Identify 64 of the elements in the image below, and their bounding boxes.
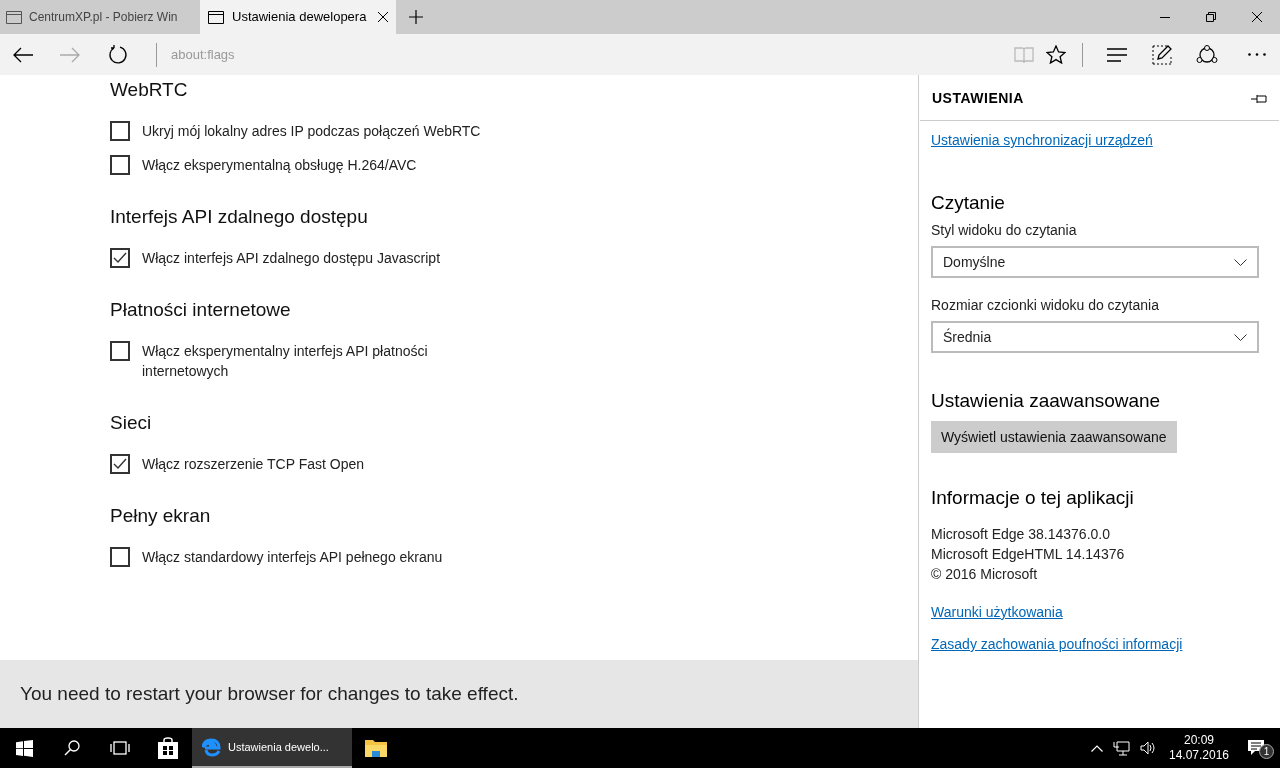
checkbox-label: Włącz interfejs API zdalnego dostępu Javascript: [142, 249, 441, 268]
dropdown[interactable]: Domyślne: [931, 246, 1259, 278]
checkbox[interactable]: [110, 155, 130, 175]
checkbox-label: Włącz standardowy interfejs API pełnego ekranu: [142, 548, 443, 567]
section-heading: Interfejs API zdalnego dostępu: [110, 205, 369, 229]
section-heading: WebRTC: [110, 78, 189, 102]
action-center-button[interactable]: 1: [1232, 728, 1280, 768]
folder-icon: [365, 739, 387, 757]
chevron-down-icon: [1234, 333, 1247, 341]
hub-lines-icon[interactable]: [1107, 47, 1128, 62]
task-view-icon: [110, 741, 130, 755]
section-heading: Płatności internetowe: [110, 298, 292, 322]
checkbox[interactable]: [110, 547, 130, 567]
checkbox-label: Włącz rozszerzenie TCP Fast Open: [142, 455, 364, 474]
speaker-icon[interactable]: [1140, 741, 1156, 755]
checkbox[interactable]: [110, 341, 130, 361]
browser-tab[interactable]: Ustawienia dewelopera: [200, 0, 396, 34]
chevron-down-icon: [1234, 258, 1247, 266]
checkbox[interactable]: [110, 121, 130, 141]
info-link[interactable]: Zasady zachowania poufności informacji: [931, 634, 1183, 654]
dropdown-label: Rozmiar czcionki widoku do czytania: [931, 296, 1159, 315]
clock[interactable]: 20:09 14.07.2016: [1166, 728, 1232, 768]
version-text: Microsoft Edge 38.14376.0.0: [931, 525, 1111, 544]
refresh-icon: [108, 44, 128, 65]
taskbar-app-button[interactable]: Ustawienia dewelo...: [192, 728, 352, 768]
minimize-icon: [1160, 16, 1170, 18]
close-icon: [1252, 12, 1262, 22]
sync-settings-link[interactable]: Ustawienia synchronizacji urządzeń: [931, 130, 1153, 151]
search-icon: [64, 740, 80, 756]
pin-icon[interactable]: [1251, 93, 1267, 104]
section-heading: Czytanie: [931, 191, 1005, 215]
close-icon[interactable]: [378, 12, 388, 22]
star-icon[interactable]: [1046, 45, 1066, 64]
plus-icon: [409, 10, 423, 24]
restore-icon: [1206, 12, 1216, 22]
network-monitor-icon[interactable]: [1113, 740, 1130, 756]
checkbox-label: Ukryj mój lokalny adres IP podczas połączeń WebRTC: [142, 122, 481, 141]
forward-arrow-icon: [60, 46, 80, 63]
section-heading: Pełny ekran: [110, 504, 212, 528]
chevron-up-icon[interactable]: [1091, 744, 1103, 752]
window-icon: [6, 10, 22, 24]
section-heading: Informacje o tej aplikacji: [931, 486, 1134, 510]
checkbox-label: Włącz eksperymentalną obsługę H.264/AVC: [142, 156, 417, 175]
section-heading: Sieci: [110, 411, 153, 435]
section-heading: Ustawienia zaawansowane: [931, 389, 1161, 413]
windows-logo-icon: [15, 739, 33, 757]
dropdown[interactable]: Średnia: [931, 321, 1259, 353]
checkbox[interactable]: [110, 248, 130, 268]
share-icon[interactable]: [1196, 44, 1218, 65]
version-text: © 2016 Microsoft: [931, 565, 1039, 584]
pen-note-icon[interactable]: [1152, 44, 1172, 65]
panel-title: USTAWIENIA: [932, 89, 1024, 108]
restart-notice: You need to restart your browser for changes to take effect.: [20, 681, 519, 706]
info-link[interactable]: Warunki użytkowania: [931, 602, 1063, 622]
back-arrow-icon: [13, 46, 33, 63]
more-icon[interactable]: [1248, 53, 1266, 56]
window-icon: [208, 10, 224, 24]
dropdown-label: Styl widoku do czytania: [931, 221, 1077, 240]
shopping-bag-icon: [158, 737, 178, 759]
version-text: Microsoft EdgeHTML 14.14376: [931, 545, 1125, 564]
checkbox[interactable]: [110, 454, 130, 474]
advanced-settings-button[interactable]: Wyświetl ustawienia zaawansowane: [931, 421, 1177, 453]
notification-badge: 1: [1259, 744, 1274, 759]
checkbox-label: Włącz eksperymentalny interfejs API płatności internetowych: [142, 342, 429, 381]
